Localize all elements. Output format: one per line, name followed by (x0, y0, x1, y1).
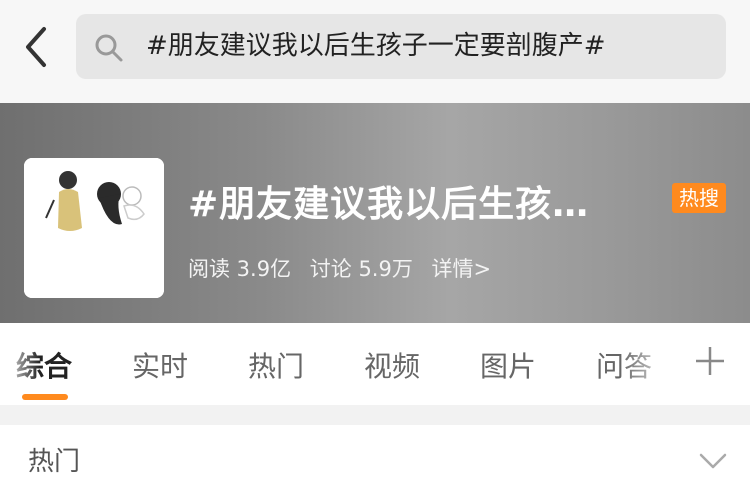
active-tab-indicator (22, 394, 68, 400)
topic-stats: 阅读 3.9亿 讨论 5.9万 详情> (188, 253, 503, 283)
search-query: #朋友建议我以后生孩子一定要剖腹产# (146, 31, 606, 61)
details-link[interactable]: 详情> (432, 257, 492, 281)
chevron-down-icon[interactable] (698, 447, 728, 473)
hot-search-badge: 热搜 (672, 183, 726, 213)
discussion-count: 讨论 5.9万 (309, 257, 413, 281)
tab-bar: 综合 实时 热门 视频 图片 问答 (0, 323, 750, 405)
tab-comprehensive[interactable]: 综合 (16, 345, 72, 385)
tab-video[interactable]: 视频 (364, 345, 420, 385)
plus-icon[interactable] (690, 341, 730, 381)
illustration-image (24, 158, 164, 298)
section-label: 热门 (28, 447, 81, 477)
topic-title: #朋友建议我以后生孩… (188, 184, 590, 225)
search-icon (95, 34, 123, 62)
search-header: #朋友建议我以后生孩子一定要剖腹产# (0, 0, 750, 103)
tab-realtime[interactable]: 实时 (132, 345, 188, 385)
tab-qa[interactable]: 问答 (596, 345, 652, 385)
topic-banner: #朋友建议我以后生孩… 热搜 阅读 3.9亿 讨论 5.9万 详情> (0, 103, 750, 323)
tab-images[interactable]: 图片 (480, 345, 536, 385)
tab-popular[interactable]: 热门 (248, 345, 304, 385)
search-input[interactable]: #朋友建议我以后生孩子一定要剖腹产# (76, 14, 726, 79)
topic-thumbnail[interactable] (24, 158, 164, 298)
hot-section-header[interactable]: 热门 (0, 425, 750, 498)
read-count: 阅读 3.9亿 (188, 257, 292, 281)
back-arrow-icon[interactable] (18, 25, 58, 69)
